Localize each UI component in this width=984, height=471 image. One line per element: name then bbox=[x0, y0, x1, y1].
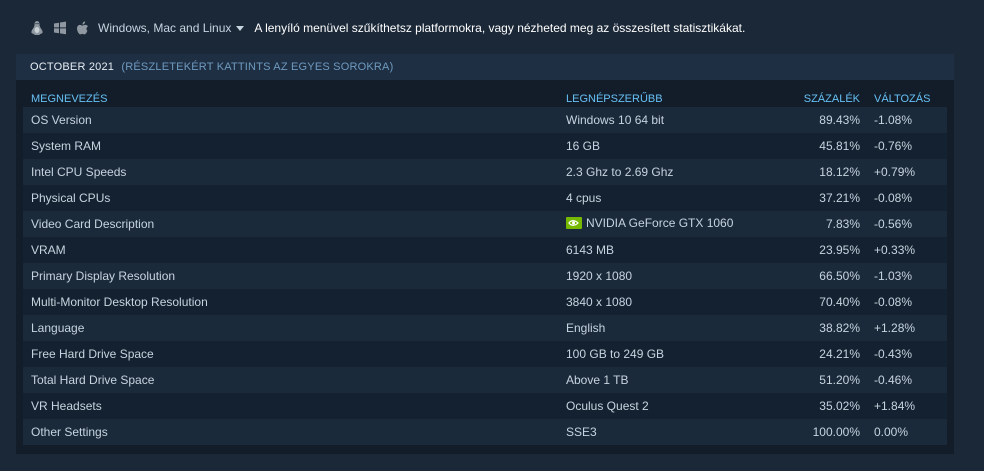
row-name: Language bbox=[23, 315, 566, 341]
column-header-percent[interactable]: SZÁZALÉK bbox=[756, 91, 874, 107]
windows-icon[interactable] bbox=[53, 21, 67, 35]
row-popular: 16 GB bbox=[566, 133, 756, 159]
row-change: -0.76% bbox=[874, 133, 947, 159]
table-header-row: MEGNEVEZÉS LEGNÉPSZERŰBB SZÁZALÉK VÁLTOZ… bbox=[23, 91, 947, 107]
apple-icon[interactable] bbox=[76, 20, 89, 36]
row-popular: 6143 MB bbox=[566, 237, 756, 263]
linux-icon[interactable] bbox=[30, 20, 44, 36]
row-change: +0.79% bbox=[874, 159, 947, 185]
row-change: +1.84% bbox=[874, 393, 947, 419]
row-popular: English bbox=[566, 315, 756, 341]
row-name: Multi-Monitor Desktop Resolution bbox=[23, 289, 566, 315]
row-popular: 1920 x 1080 bbox=[566, 263, 756, 289]
row-change: +1.28% bbox=[874, 315, 947, 341]
column-header-name[interactable]: MEGNEVEZÉS bbox=[23, 91, 566, 107]
row-percent: 24.21% bbox=[756, 341, 874, 367]
row-percent: 18.12% bbox=[756, 159, 874, 185]
nvidia-icon bbox=[566, 217, 582, 232]
table-row[interactable]: VR Headsets Oculus Quest 2 35.02% +1.84% bbox=[23, 393, 947, 419]
row-name: Video Card Description bbox=[23, 211, 566, 237]
row-change: 0.00% bbox=[874, 419, 947, 445]
platform-dropdown-label: Windows, Mac and Linux bbox=[98, 21, 232, 35]
row-percent: 70.40% bbox=[756, 289, 874, 315]
row-change: -0.08% bbox=[874, 185, 947, 211]
row-percent: 38.82% bbox=[756, 315, 874, 341]
row-change: -0.56% bbox=[874, 211, 947, 237]
row-name: System RAM bbox=[23, 133, 566, 159]
row-popular: 3840 x 1080 bbox=[566, 289, 756, 315]
table-row[interactable]: Free Hard Drive Space 100 GB to 249 GB 2… bbox=[23, 341, 947, 367]
table-row[interactable]: Physical CPUs 4 cpus 37.21% -0.08% bbox=[23, 185, 947, 211]
row-percent: 89.43% bbox=[756, 107, 874, 133]
row-name: Other Settings bbox=[23, 419, 566, 445]
platform-description: A lenyíló menüvel szűkíthetsz platformok… bbox=[254, 21, 746, 35]
row-percent: 100.00% bbox=[756, 419, 874, 445]
row-percent: 45.81% bbox=[756, 133, 874, 159]
table-row[interactable]: OS Version Windows 10 64 bit 89.43% -1.0… bbox=[23, 107, 947, 133]
column-header-change[interactable]: VÁLTOZÁS bbox=[874, 91, 947, 107]
table-row[interactable]: VRAM 6143 MB 23.95% +0.33% bbox=[23, 237, 947, 263]
row-popular: 100 GB to 249 GB bbox=[566, 341, 756, 367]
table-row[interactable]: Language English 38.82% +1.28% bbox=[23, 315, 947, 341]
row-popular: Above 1 TB bbox=[566, 367, 756, 393]
table-row[interactable]: Total Hard Drive Space Above 1 TB 51.20%… bbox=[23, 367, 947, 393]
row-name: Physical CPUs bbox=[23, 185, 566, 211]
row-popular: 2.3 Ghz to 2.69 Ghz bbox=[566, 159, 756, 185]
row-name: OS Version bbox=[23, 107, 566, 133]
row-change: -1.08% bbox=[874, 107, 947, 133]
row-percent: 23.95% bbox=[756, 237, 874, 263]
month-label: OCTOBER 2021 bbox=[30, 61, 115, 73]
row-percent: 51.20% bbox=[756, 367, 874, 393]
row-popular: Windows 10 64 bit bbox=[566, 107, 756, 133]
row-change: +0.33% bbox=[874, 237, 947, 263]
column-header-popular[interactable]: LEGNÉPSZERŰBB bbox=[566, 91, 756, 107]
row-popular: SSE3 bbox=[566, 419, 756, 445]
platform-filter-bar: Windows, Mac and Linux A lenyíló menüvel… bbox=[30, 16, 745, 40]
table-row[interactable]: System RAM 16 GB 45.81% -0.76% bbox=[23, 133, 947, 159]
table-row[interactable]: Primary Display Resolution 1920 x 1080 6… bbox=[23, 263, 947, 289]
platform-dropdown[interactable]: Windows, Mac and Linux bbox=[98, 21, 245, 35]
row-popular: NVIDIA GeForce GTX 1060 bbox=[586, 216, 734, 230]
row-name: Primary Display Resolution bbox=[23, 263, 566, 289]
row-change: -0.08% bbox=[874, 289, 947, 315]
table-row[interactable]: Multi-Monitor Desktop Resolution 3840 x … bbox=[23, 289, 947, 315]
row-change: -0.46% bbox=[874, 367, 947, 393]
row-percent: 35.02% bbox=[756, 393, 874, 419]
table-row[interactable]: Other Settings SSE3 100.00% 0.00% bbox=[23, 419, 947, 445]
row-percent: 7.83% bbox=[756, 211, 874, 237]
row-change: -1.03% bbox=[874, 263, 947, 289]
row-percent: 66.50% bbox=[756, 263, 874, 289]
panel-hint: (RÉSZLETEKÉRT KATTINTS AZ EGYES SOROKRA) bbox=[121, 61, 394, 73]
row-name: Intel CPU Speeds bbox=[23, 159, 566, 185]
row-name: Free Hard Drive Space bbox=[23, 341, 566, 367]
table-row[interactable]: Video Card Description NVIDIA GeForce GT… bbox=[23, 211, 947, 237]
panel-header: OCTOBER 2021 (RÉSZLETEKÉRT KATTINTS AZ E… bbox=[16, 54, 954, 80]
row-popular: Oculus Quest 2 bbox=[566, 393, 756, 419]
row-name: VR Headsets bbox=[23, 393, 566, 419]
chevron-down-icon bbox=[236, 25, 245, 31]
hardware-stats-table: MEGNEVEZÉS LEGNÉPSZERŰBB SZÁZALÉK VÁLTOZ… bbox=[23, 91, 947, 445]
row-change: -0.43% bbox=[874, 341, 947, 367]
row-name: VRAM bbox=[23, 237, 566, 263]
row-name: Total Hard Drive Space bbox=[23, 367, 566, 393]
row-popular: 4 cpus bbox=[566, 185, 756, 211]
row-percent: 37.21% bbox=[756, 185, 874, 211]
table-body: OS Version Windows 10 64 bit 89.43% -1.0… bbox=[23, 107, 947, 445]
row-popular-cell: NVIDIA GeForce GTX 1060 bbox=[566, 211, 756, 237]
table-row[interactable]: Intel CPU Speeds 2.3 Ghz to 2.69 Ghz 18.… bbox=[23, 159, 947, 185]
